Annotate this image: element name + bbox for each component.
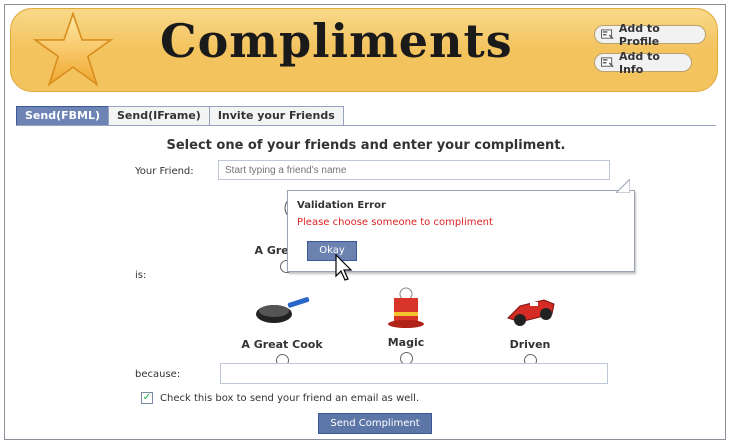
tab-divider — [16, 125, 716, 126]
because-label: because: — [135, 369, 181, 380]
choice-label: A Great Cook — [241, 338, 323, 351]
mouse-cursor-icon — [335, 254, 353, 281]
dialog-title: Validation Error — [297, 200, 386, 211]
choice-label: Magic — [387, 336, 425, 349]
add-to-info-label: Add to Info — [618, 49, 660, 76]
choice-a-great-cook[interactable]: A Great Cook — [232, 288, 332, 367]
frying-pan-icon — [256, 297, 310, 323]
app-title: Compliments — [160, 14, 513, 68]
choice-label: Driven — [509, 338, 551, 351]
race-car-icon — [507, 299, 555, 326]
send-compliment-button[interactable]: Send Compliment — [318, 413, 432, 434]
tab-bar: Send(FBML) Send(IFrame) Invite your Frie… — [16, 106, 344, 126]
tab-send-fbml[interactable]: Send(FBML) — [16, 106, 109, 126]
add-to-profile-button[interactable]: Add to Profile — [594, 22, 706, 48]
tab-invite-friends[interactable]: Invite your Friends — [208, 106, 344, 126]
form-heading: Select one of your friends and enter you… — [166, 138, 566, 153]
add-to-info-button[interactable]: Add to Info — [594, 50, 692, 76]
because-input[interactable] — [220, 363, 608, 384]
add-profile-icon — [601, 29, 614, 40]
tab-send-iframe[interactable]: Send(IFrame) — [108, 106, 210, 126]
friend-search-input[interactable] — [218, 160, 610, 180]
dialog-pointer — [616, 179, 630, 193]
add-info-icon — [601, 57, 614, 68]
dialog-message: Please choose someone to compliment — [297, 217, 493, 228]
email-checkbox-label: Check this box to send your friend an em… — [160, 393, 420, 404]
magic-hat-icon — [388, 287, 424, 328]
email-checkbox[interactable]: ✓ — [141, 392, 153, 404]
star-logo-icon — [32, 12, 114, 86]
add-to-profile-label: Add to Profile — [618, 21, 660, 48]
choice-magic[interactable]: Magic — [356, 286, 456, 365]
friend-label: Your Friend: — [135, 166, 194, 177]
choice-driven[interactable]: Driven — [480, 288, 580, 367]
is-label: is: — [135, 270, 147, 281]
